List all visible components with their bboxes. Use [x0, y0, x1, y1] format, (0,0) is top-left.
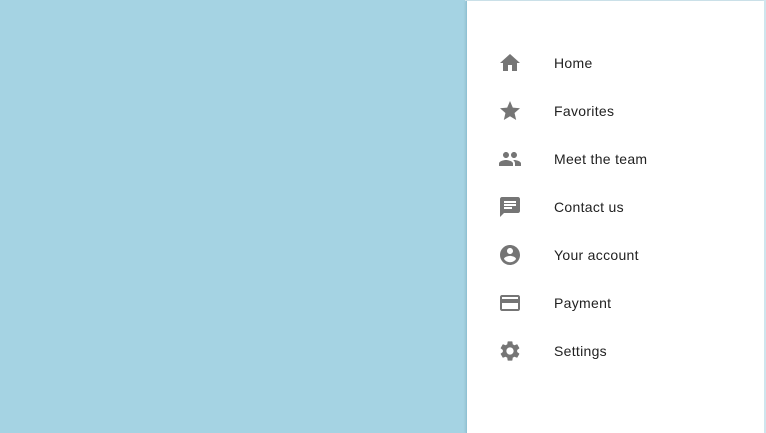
menu-item-home[interactable]: Home [467, 39, 764, 87]
account-circle-icon [498, 243, 522, 267]
menu-item-label: Payment [554, 295, 612, 311]
navigation-drawer: Home Favorites Meet the team Contact us [466, 1, 764, 433]
menu-item-label: Your account [554, 247, 639, 263]
menu-item-label: Home [554, 55, 593, 71]
credit-card-icon [498, 291, 522, 315]
menu-item-meet-the-team[interactable]: Meet the team [467, 135, 764, 183]
people-icon [498, 147, 522, 171]
menu-item-favorites[interactable]: Favorites [467, 87, 764, 135]
menu-item-label: Contact us [554, 199, 624, 215]
star-icon [498, 99, 522, 123]
menu-item-contact-us[interactable]: Contact us [467, 183, 764, 231]
gear-icon [498, 339, 522, 363]
menu-item-settings[interactable]: Settings [467, 327, 764, 375]
drawer-menu: Home Favorites Meet the team Contact us [467, 1, 764, 375]
home-icon [498, 51, 522, 75]
menu-item-label: Meet the team [554, 151, 648, 167]
menu-item-your-account[interactable]: Your account [467, 231, 764, 279]
menu-item-payment[interactable]: Payment [467, 279, 764, 327]
menu-item-label: Settings [554, 343, 607, 359]
chat-icon [498, 195, 522, 219]
menu-item-label: Favorites [554, 103, 615, 119]
app-window: Home Favorites Meet the team Contact us [0, 0, 766, 433]
